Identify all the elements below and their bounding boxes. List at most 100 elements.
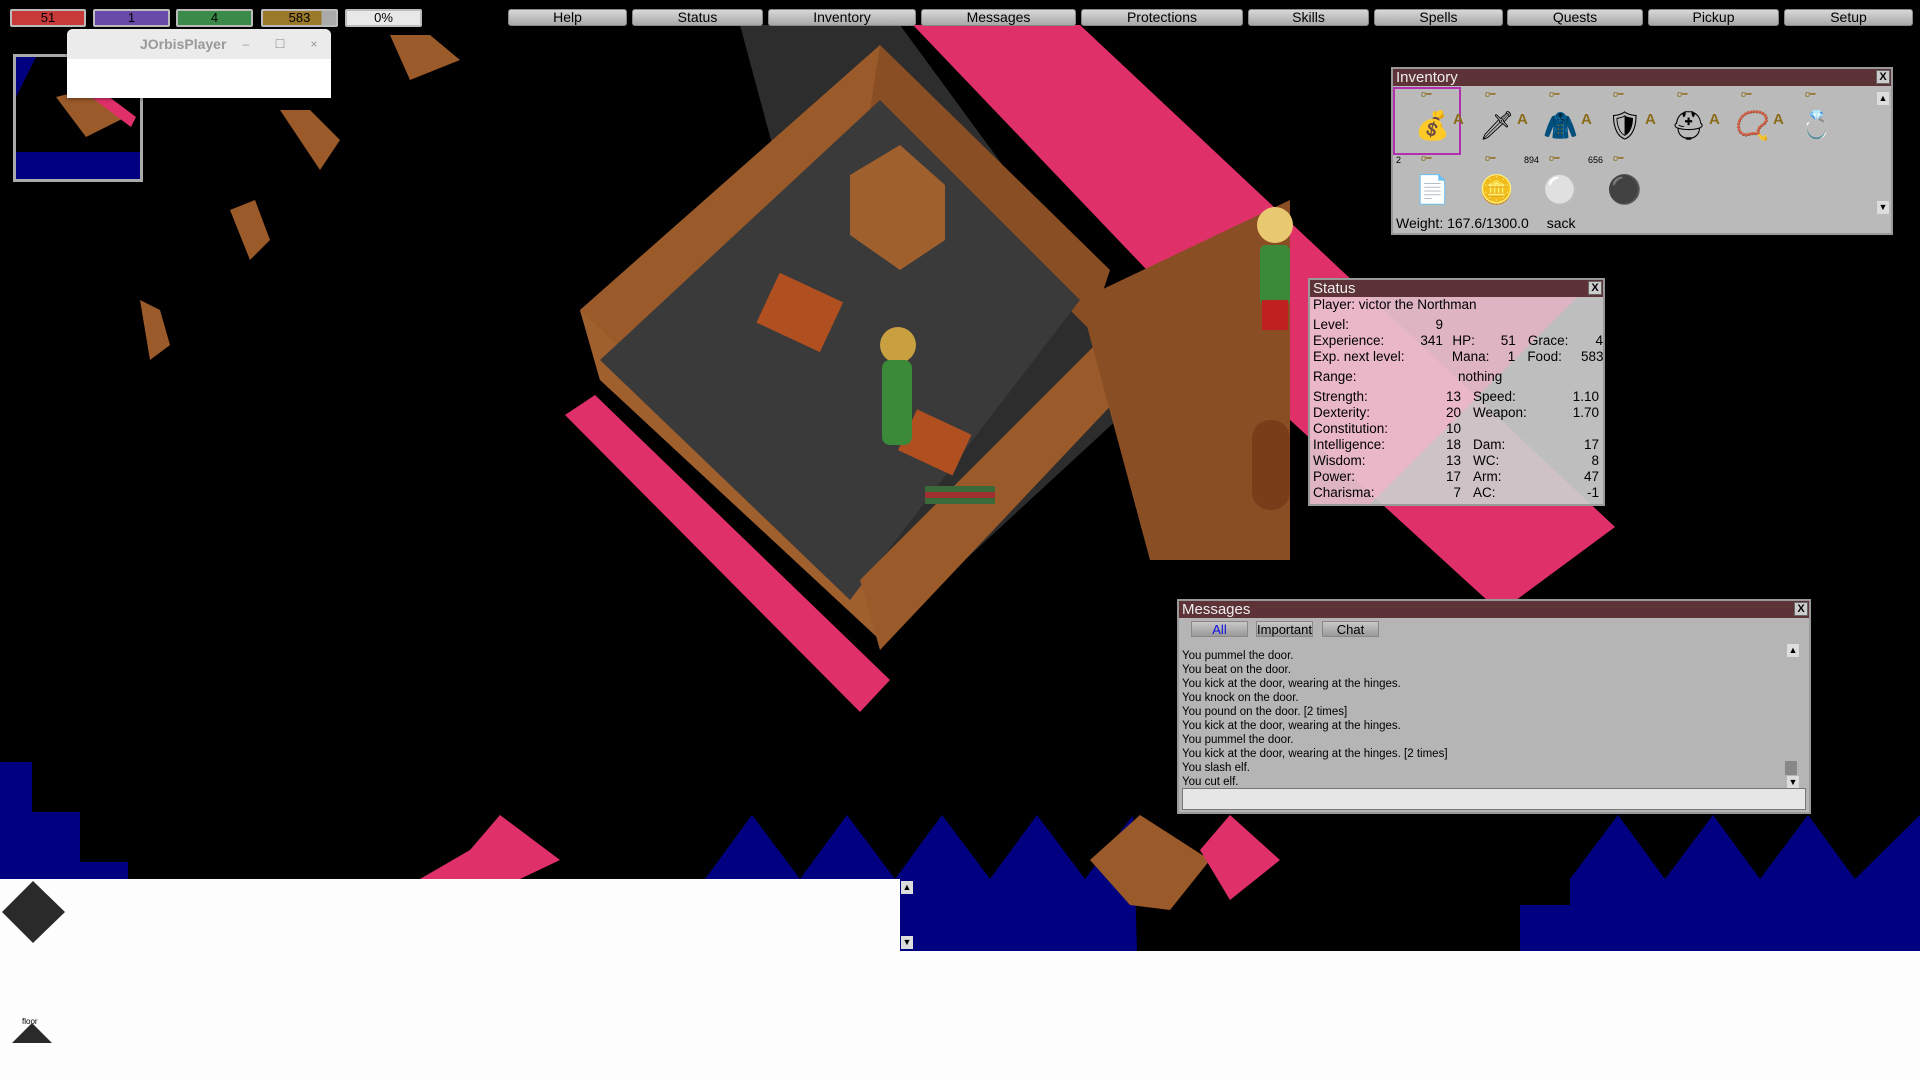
stat-value: 1.70 bbox=[1572, 405, 1599, 420]
close-icon[interactable]: X bbox=[1876, 70, 1890, 84]
close-icon[interactable]: X bbox=[1794, 602, 1808, 616]
message-line: You kick at the door, wearing at the hin… bbox=[1182, 678, 1401, 690]
scroll-up-icon[interactable]: ▲ bbox=[1877, 92, 1889, 105]
scroll-down-icon[interactable]: ▼ bbox=[901, 936, 913, 949]
stat-value: 20 bbox=[1445, 405, 1461, 420]
container-label: sack bbox=[1546, 215, 1576, 231]
inventory-slot[interactable]: o━ A 💍 bbox=[1773, 89, 1843, 153]
help-button[interactable]: Help bbox=[508, 9, 627, 26]
messages-titlebar[interactable]: Messages X bbox=[1179, 601, 1809, 618]
stat-label: HP: bbox=[1452, 333, 1475, 348]
stat-label: Constitution: bbox=[1313, 421, 1389, 436]
message-line: You knock on the door. bbox=[1182, 692, 1299, 704]
quests-button[interactable]: Quests bbox=[1507, 9, 1643, 26]
window-titlebar[interactable]: JOrbisPlayer – ☐ × bbox=[67, 29, 331, 59]
range-value: nothing bbox=[1458, 369, 1503, 384]
inventory-titlebar[interactable]: Inventory X bbox=[1393, 69, 1891, 86]
inventory-slot[interactable]: o━ A 🧥 bbox=[1517, 89, 1587, 153]
inventory-slot[interactable]: o━ 🪙 bbox=[1459, 153, 1523, 217]
status-titlebar[interactable]: Status X bbox=[1310, 280, 1603, 297]
message-line: You cut elf. bbox=[1182, 776, 1239, 788]
item-count: 894 bbox=[1524, 155, 1540, 165]
exp-bar: 0% bbox=[345, 9, 422, 27]
close-icon[interactable]: × bbox=[297, 37, 331, 51]
inventory-slot[interactable]: o━ A 🗡 bbox=[1453, 89, 1523, 153]
stat-label: Power: bbox=[1313, 469, 1356, 484]
stat-label: WC: bbox=[1473, 453, 1500, 468]
messages-title: Messages bbox=[1182, 601, 1251, 618]
food-bar: 583 bbox=[261, 9, 338, 27]
inventory-slot[interactable]: 894 o━ ⚪ bbox=[1523, 153, 1587, 217]
carpet-fragment bbox=[420, 815, 560, 879]
lock-icon: o━ bbox=[1485, 153, 1496, 163]
status-row: Experience: 341 HP: 51 Grace: 4 bbox=[1310, 333, 1603, 349]
setup-button[interactable]: Setup bbox=[1784, 9, 1913, 26]
inventory-slot[interactable]: 656 o━ ⚫ bbox=[1587, 153, 1651, 217]
npc-elf[interactable] bbox=[1257, 207, 1293, 330]
minimize-icon[interactable]: – bbox=[229, 37, 263, 51]
tab-important[interactable]: Important bbox=[1256, 621, 1313, 637]
skills-button[interactable]: Skills bbox=[1248, 9, 1369, 26]
jorbis-player-window[interactable]: JOrbisPlayer – ☐ × bbox=[67, 29, 331, 98]
stat-label: AC: bbox=[1473, 485, 1496, 500]
stat-value: 51 bbox=[1500, 333, 1516, 348]
lock-icon: o━ bbox=[1549, 153, 1560, 163]
stat-value: 13 bbox=[1445, 389, 1461, 404]
inventory-slot[interactable]: o━ A 📿 bbox=[1709, 89, 1779, 153]
scroll-down-icon[interactable]: ▼ bbox=[1877, 201, 1889, 214]
protections-button[interactable]: Protections bbox=[1081, 9, 1243, 26]
messages-panel[interactable]: Messages X All Important Chat You pummel… bbox=[1177, 599, 1811, 814]
tab-all[interactable]: All bbox=[1191, 621, 1248, 637]
lock-icon: o━ bbox=[1549, 89, 1560, 99]
stat-label: Mana: bbox=[1451, 349, 1490, 364]
stat-value: 17 bbox=[1445, 469, 1461, 484]
player-character bbox=[880, 327, 916, 445]
chat-input[interactable] bbox=[1182, 788, 1806, 810]
floor-list-scrollbar[interactable]: ▲ ▼ bbox=[900, 879, 916, 951]
floor-item-list[interactable] bbox=[0, 879, 900, 951]
message-line: You slash elf. bbox=[1182, 762, 1250, 774]
stat-value: 7 bbox=[1453, 485, 1461, 500]
inventory-button[interactable]: Inventory bbox=[768, 9, 916, 26]
inventory-slot[interactable]: o━ 💰 bbox=[1393, 87, 1461, 155]
spells-button[interactable]: Spells bbox=[1374, 9, 1503, 26]
status-panel[interactable]: Status X Player: victor the Northman Lev… bbox=[1308, 278, 1605, 506]
stat-value: 18 bbox=[1445, 437, 1461, 452]
scroll-up-icon[interactable]: ▲ bbox=[1787, 644, 1799, 657]
inventory-slot[interactable]: o━ A 🛡 bbox=[1581, 89, 1651, 153]
close-icon[interactable]: X bbox=[1588, 281, 1602, 295]
tab-chat[interactable]: Chat bbox=[1322, 621, 1379, 637]
status-row: Intelligence: 18 Dam: 17 bbox=[1310, 437, 1603, 453]
applied-marker: A bbox=[1773, 111, 1784, 128]
level-label: Level: bbox=[1313, 317, 1350, 332]
stat-label: Exp. next level: bbox=[1313, 349, 1405, 364]
inventory-grid: o━ 💰 o━ A 🗡 o━ A 🧥 o━ A 🛡 o━ A ⛑ o━ A 📿 … bbox=[1393, 87, 1843, 217]
inventory-slot[interactable]: o━ A ⛑ bbox=[1645, 89, 1715, 153]
lock-icon: o━ bbox=[1421, 153, 1432, 163]
stat-label: Experience: bbox=[1313, 333, 1385, 348]
inventory-title: Inventory bbox=[1396, 69, 1458, 86]
message-line: You pummel the door. bbox=[1182, 650, 1294, 662]
stat-label: Grace: bbox=[1527, 333, 1569, 348]
window-title: JOrbisPlayer bbox=[140, 36, 227, 52]
bottom-panel: floor bbox=[0, 951, 1920, 1080]
status-button[interactable]: Status bbox=[632, 9, 763, 26]
scrollbar-thumb[interactable] bbox=[1785, 761, 1797, 775]
stat-label: Speed: bbox=[1473, 389, 1516, 404]
stat-label: Dam: bbox=[1473, 437, 1506, 452]
status-row: Dexterity: 20 Weapon: 1.70 bbox=[1310, 405, 1603, 421]
sword-icon: 🗡 bbox=[1479, 110, 1515, 141]
pickup-button[interactable]: Pickup bbox=[1648, 9, 1779, 26]
maximize-icon[interactable]: ☐ bbox=[263, 37, 297, 51]
messages-button[interactable]: Messages bbox=[921, 9, 1076, 26]
stat-value bbox=[1420, 349, 1440, 365]
stat-label bbox=[1473, 421, 1563, 437]
inventory-panel[interactable]: Inventory X o━ 💰 o━ A 🗡 o━ A 🧥 o━ A 🛡 o━… bbox=[1391, 67, 1893, 235]
weight-label: Weight: 167.6/1300.0 bbox=[1396, 215, 1529, 231]
scroll-up-icon[interactable]: ▲ bbox=[901, 881, 913, 894]
inventory-slot[interactable]: 2 o━ 📄 bbox=[1395, 153, 1459, 217]
stat-label: Dexterity: bbox=[1313, 405, 1371, 420]
door[interactable] bbox=[1252, 420, 1290, 510]
mana-bar: 1 bbox=[93, 9, 170, 27]
message-line: You pound on the door. [2 times] bbox=[1182, 706, 1348, 718]
